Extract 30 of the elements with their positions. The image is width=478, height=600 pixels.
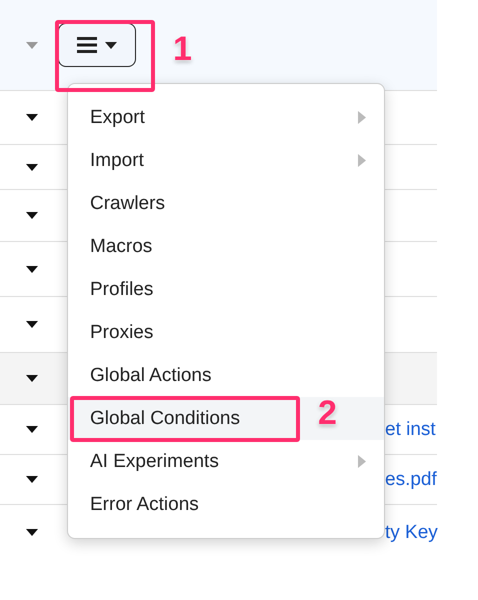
- menu-icon: [77, 37, 97, 53]
- submenu-arrow-icon: [358, 111, 366, 124]
- expand-caret-icon: [26, 321, 38, 328]
- item-link[interactable]: et inst: [385, 418, 436, 440]
- menu-item[interactable]: Export: [68, 96, 384, 139]
- menu-button[interactable]: [58, 23, 136, 67]
- expand-caret-icon: [26, 164, 38, 170]
- step-number: 1: [173, 30, 192, 69]
- expand-caret-icon: [26, 476, 38, 483]
- expand-caret-icon: [26, 426, 38, 433]
- item-link[interactable]: es.pdf: [385, 468, 437, 490]
- submenu-arrow-icon: [358, 154, 366, 167]
- menu-item[interactable]: Import: [68, 139, 384, 182]
- expand-caret-icon: [26, 375, 38, 382]
- expand-caret-icon: [26, 529, 38, 536]
- menu-item[interactable]: Crawlers: [68, 182, 384, 225]
- caret-icon: [105, 42, 117, 48]
- item-link[interactable]: ty Key: [385, 522, 438, 544]
- expand-caret-icon: [26, 212, 38, 219]
- expand-caret-icon: [26, 114, 38, 121]
- expand-caret-icon: [26, 266, 38, 272]
- menu-item[interactable]: Macros: [68, 225, 384, 268]
- menu-item[interactable]: Error Actions: [68, 483, 384, 526]
- menu-item[interactable]: AI Experiments: [68, 440, 384, 483]
- menu-item[interactable]: Proxies: [68, 311, 384, 354]
- submenu-arrow-icon: [358, 455, 366, 468]
- menu-item[interactable]: Global Actions: [68, 354, 384, 397]
- step-number: 2: [318, 394, 337, 433]
- menu-item[interactable]: Profiles: [68, 268, 384, 311]
- collapse-caret-icon: [26, 42, 38, 48]
